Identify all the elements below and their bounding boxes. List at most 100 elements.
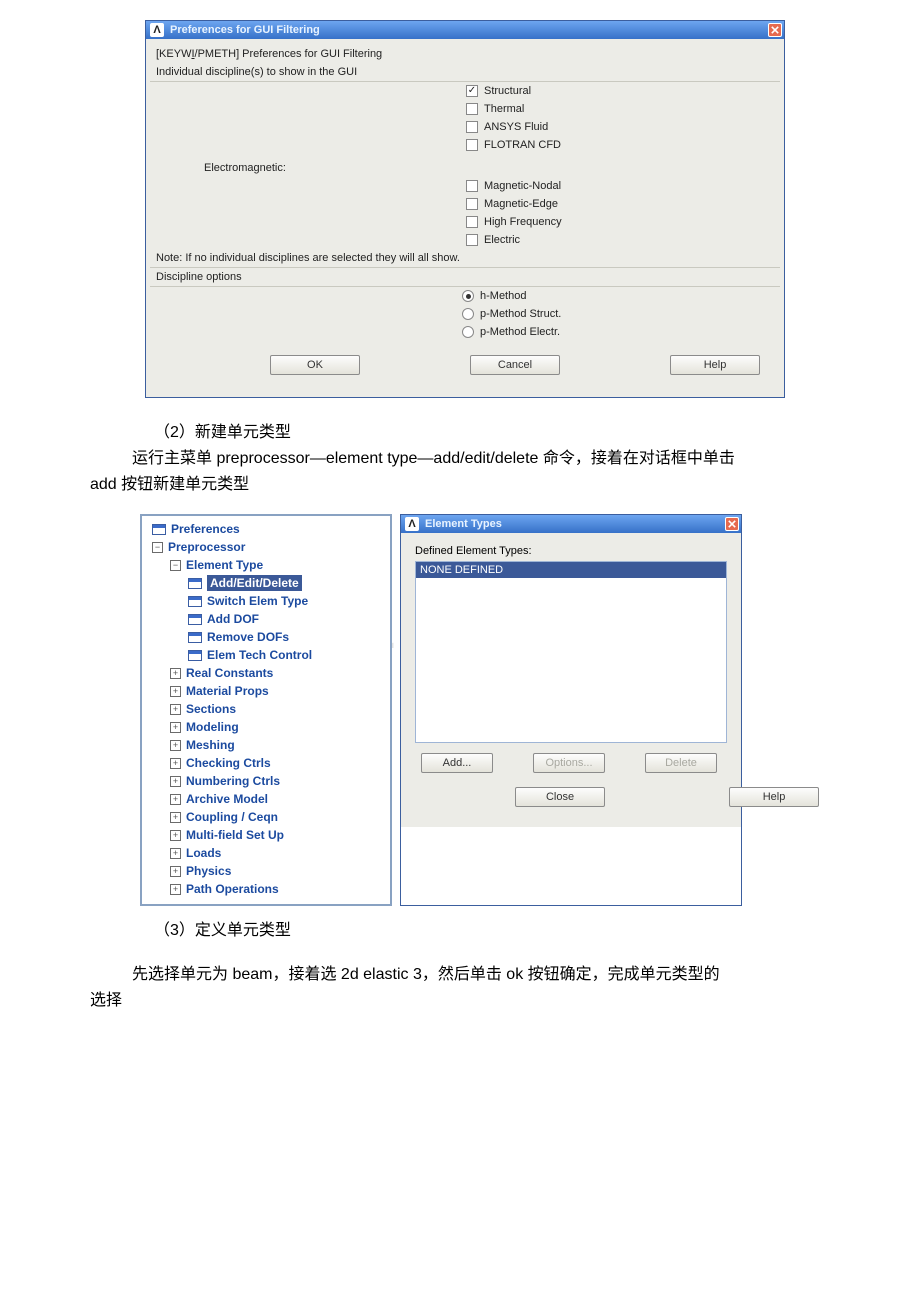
defined-types-label: Defined Element Types:: [415, 545, 727, 557]
cancel-button[interactable]: Cancel: [470, 355, 560, 375]
plus-icon[interactable]: +: [170, 794, 181, 805]
doc-para-3b: add 按钮新建单元类型: [90, 472, 810, 498]
plus-icon[interactable]: +: [170, 866, 181, 877]
p-method-struct-radio-row[interactable]: p-Method Struct.: [150, 305, 780, 323]
plus-icon[interactable]: +: [170, 722, 181, 733]
checkbox-icon[interactable]: [466, 139, 478, 151]
pref-line-2: Individual discipline(s) to show in the …: [150, 63, 780, 82]
tree-physics[interactable]: + Physics: [146, 862, 386, 880]
flotran-label: FLOTRAN CFD: [484, 139, 561, 151]
add-button[interactable]: Add...: [421, 753, 493, 773]
plus-icon[interactable]: +: [170, 830, 181, 841]
tree-preferences[interactable]: Preferences: [146, 520, 386, 538]
ansys-fluid-checkbox-row[interactable]: ANSYS Fluid: [150, 118, 780, 136]
dialog-title-text: Preferences for GUI Filtering: [170, 24, 320, 36]
window-icon: [152, 524, 166, 535]
doc-para-3a: 运行主菜单 preprocessor—element type—add/edit…: [90, 446, 810, 472]
plus-icon[interactable]: +: [170, 668, 181, 679]
magnetic-nodal-checkbox-row[interactable]: Magnetic-Nodal: [150, 177, 780, 195]
dialog-title-text: Element Types: [425, 518, 502, 530]
plus-icon[interactable]: +: [170, 848, 181, 859]
minus-icon[interactable]: −: [152, 542, 163, 553]
ok-button[interactable]: OK: [270, 355, 360, 375]
tree-coupling-ceqn[interactable]: + Coupling / Ceqn: [146, 808, 386, 826]
tree-sections[interactable]: + Sections: [146, 700, 386, 718]
menu-tree-panel: Preferences − Preprocessor − Element Typ…: [140, 514, 392, 906]
magnetic-edge-label: Magnetic-Edge: [484, 198, 558, 210]
ansys-logo-icon: Λ: [405, 517, 419, 531]
plus-icon[interactable]: +: [170, 758, 181, 769]
electromagnetic-label: Electromagnetic:: [150, 154, 780, 177]
tree-remove-dofs[interactable]: Remove DOFs: [146, 628, 386, 646]
minus-icon[interactable]: −: [170, 560, 181, 571]
checkbox-icon[interactable]: [466, 234, 478, 246]
dialog-titlebar: Λ Element Types: [401, 515, 741, 533]
tree-numbering-ctrls[interactable]: + Numbering Ctrls: [146, 772, 386, 790]
electric-checkbox-row[interactable]: Electric: [150, 231, 780, 249]
checkbox-icon[interactable]: [466, 121, 478, 133]
ansys-fluid-label: ANSYS Fluid: [484, 121, 548, 133]
window-icon: [188, 632, 202, 643]
checkbox-checked-icon[interactable]: ✓: [466, 85, 478, 97]
plus-icon[interactable]: +: [170, 704, 181, 715]
tree-checking-ctrls[interactable]: + Checking Ctrls: [146, 754, 386, 772]
tree-add-dof[interactable]: Add DOF: [146, 610, 386, 628]
thermal-checkbox-row[interactable]: Thermal: [150, 100, 780, 118]
tree-path-operations[interactable]: + Path Operations: [146, 880, 386, 898]
radio-selected-icon[interactable]: [462, 290, 474, 302]
window-icon: [188, 596, 202, 607]
tree-real-constants[interactable]: + Real Constants: [146, 664, 386, 682]
close-icon[interactable]: [768, 23, 782, 37]
help-button[interactable]: Help: [729, 787, 819, 807]
radio-icon[interactable]: [462, 308, 474, 320]
defined-types-listbox[interactable]: NONE DEFINED: [415, 561, 727, 743]
tree-switch-elem-type[interactable]: Switch Elem Type: [146, 592, 386, 610]
window-icon: [188, 650, 202, 661]
plus-icon[interactable]: +: [170, 740, 181, 751]
radio-icon[interactable]: [462, 326, 474, 338]
help-button[interactable]: Help: [670, 355, 760, 375]
high-frequency-checkbox-row[interactable]: High Frequency: [150, 213, 780, 231]
structural-label: Structural: [484, 85, 531, 97]
note-text: Note: If no individual disciplines are s…: [150, 249, 780, 268]
doc-para-4: （3）定义单元类型: [90, 918, 810, 944]
checkbox-icon[interactable]: [466, 216, 478, 228]
none-defined-item[interactable]: NONE DEFINED: [416, 562, 726, 578]
magnetic-nodal-label: Magnetic-Nodal: [484, 180, 561, 192]
structural-checkbox-row[interactable]: ✓ Structural: [150, 82, 780, 100]
doc-para-5a: 先选择单元为 beam，接着选 2d elastic 3，然后单击 ok 按钮确…: [90, 962, 810, 988]
doc-para-2: （2）新建单元类型: [90, 420, 810, 446]
electric-label: Electric: [484, 234, 520, 246]
h-method-label: h-Method: [480, 290, 526, 302]
tree-loads[interactable]: + Loads: [146, 844, 386, 862]
tree-multifield-setup[interactable]: + Multi-field Set Up: [146, 826, 386, 844]
checkbox-icon[interactable]: [466, 180, 478, 192]
dialog-titlebar: Λ Preferences for GUI Filtering: [146, 21, 784, 39]
tree-elem-tech-control[interactable]: Elem Tech Control: [146, 646, 386, 664]
flotran-checkbox-row[interactable]: FLOTRAN CFD: [150, 136, 780, 154]
close-icon[interactable]: [725, 517, 739, 531]
tree-preprocessor[interactable]: − Preprocessor: [146, 538, 386, 556]
pref-line-1: [KEYWI/PMETH] Preferences for GUI Filter…: [150, 45, 780, 63]
tree-meshing[interactable]: + Meshing: [146, 736, 386, 754]
tree-archive-model[interactable]: + Archive Model: [146, 790, 386, 808]
checkbox-icon[interactable]: [466, 198, 478, 210]
plus-icon[interactable]: +: [170, 776, 181, 787]
tree-add-edit-delete[interactable]: Add/Edit/Delete: [146, 574, 386, 592]
close-button[interactable]: Close: [515, 787, 605, 807]
element-types-dialog: Λ Element Types Defined Element Types: N…: [400, 514, 742, 906]
high-frequency-label: High Frequency: [484, 216, 562, 228]
p-method-electr-radio-row[interactable]: p-Method Electr.: [150, 323, 780, 341]
doc-para-5b: 选择: [90, 988, 810, 1014]
plus-icon[interactable]: +: [170, 686, 181, 697]
window-icon: [188, 578, 202, 589]
discipline-options: Discipline options: [150, 268, 780, 287]
plus-icon[interactable]: +: [170, 812, 181, 823]
magnetic-edge-checkbox-row[interactable]: Magnetic-Edge: [150, 195, 780, 213]
plus-icon[interactable]: +: [170, 884, 181, 895]
checkbox-icon[interactable]: [466, 103, 478, 115]
tree-element-type[interactable]: − Element Type: [146, 556, 386, 574]
tree-modeling[interactable]: + Modeling: [146, 718, 386, 736]
tree-material-props[interactable]: + Material Props: [146, 682, 386, 700]
h-method-radio-row[interactable]: h-Method: [150, 287, 780, 305]
